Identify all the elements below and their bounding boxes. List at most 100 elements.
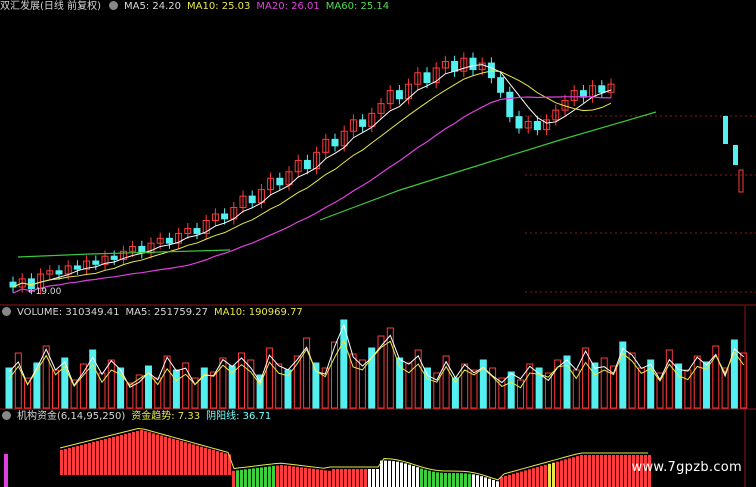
indicator-bar (244, 469, 247, 487)
indicator-bar (144, 431, 147, 475)
indicator-bar (484, 477, 487, 487)
volume-bar (5, 367, 13, 409)
indicator-bar (256, 467, 259, 487)
indicator-bar (500, 477, 503, 487)
indicator-bar (252, 468, 255, 487)
indicator-bar (224, 453, 227, 475)
indicator-bar (460, 473, 463, 487)
indicator-bar (128, 433, 131, 475)
indicator-bar (388, 460, 391, 487)
indicator-header: 机构资金(6,14,95,250) 资金趋势: 7.33 阴阳线: 36.71 (0, 410, 277, 424)
ma10-line (12, 70, 612, 288)
candle-body (110, 255, 118, 260)
indicator-bar (612, 455, 615, 487)
indicator-bar (124, 434, 127, 475)
indicator-bar (604, 455, 607, 487)
indicator-bar (192, 444, 195, 475)
indicator-bar (420, 468, 423, 487)
candle-body (451, 60, 459, 72)
indicator-bar (392, 461, 395, 487)
indicator-bar (504, 475, 507, 487)
indicator-bar (92, 442, 95, 475)
indicator-bar (160, 435, 163, 475)
indicator-bar (240, 469, 243, 487)
settings-icon[interactable] (108, 1, 118, 10)
volume-bar (665, 349, 673, 409)
indicator-bar (464, 473, 467, 487)
indicator-bar (528, 469, 531, 487)
indicator-bar (592, 455, 595, 487)
indicator-bar (284, 465, 287, 487)
indicator-bar (496, 481, 499, 487)
volume-bar (693, 355, 701, 409)
indicator-bar (608, 455, 611, 487)
indicator-bar (332, 469, 335, 487)
indicator-bar (324, 470, 327, 487)
indicator-bar (452, 473, 455, 487)
trend-label: 资金趋势: 7.33 (131, 411, 201, 422)
volume-bar (238, 352, 245, 409)
volume-bar (414, 349, 422, 409)
indicator-bar (208, 448, 211, 475)
volume-bar (107, 359, 115, 409)
indicator-bar (412, 465, 415, 487)
indicator-bar (268, 466, 271, 487)
indicator-bar (316, 469, 319, 487)
indicator-bar (360, 469, 363, 487)
indicator-bar (348, 469, 351, 487)
volume-bar (61, 357, 69, 409)
volume-bar (424, 367, 431, 409)
indicator-bar (356, 469, 359, 487)
indicator-bar (552, 462, 555, 487)
indicator-bar (136, 431, 139, 475)
indicator-bar (152, 433, 155, 475)
ma10-label: MA10: 25.03 (187, 1, 251, 12)
indicator-bar (576, 456, 579, 487)
indicator-bar (456, 473, 459, 487)
indicator-bar (304, 467, 307, 487)
indicator-bar (368, 469, 371, 487)
indicator-bar (596, 455, 599, 487)
indicator-bar (220, 452, 223, 475)
volume-bar (79, 363, 87, 409)
volume-bar (637, 367, 645, 409)
volume-bar (600, 357, 608, 409)
indicator-bar (376, 469, 379, 487)
indicator-bar (108, 438, 111, 475)
indicator-bar (328, 470, 331, 487)
indicator-bar (340, 469, 343, 487)
indicator-bar (436, 472, 439, 487)
volume-bar (172, 369, 180, 409)
indicator-bar (100, 440, 103, 475)
volume-label: VOLUME: 310349.41 (17, 307, 120, 318)
settings-icon[interactable] (2, 411, 11, 420)
volume-bar (52, 369, 59, 409)
candle-body (469, 57, 477, 71)
volume-bar (182, 362, 190, 409)
indicator-bar (516, 472, 519, 487)
indicator-bar (280, 465, 283, 487)
candle-body (598, 85, 606, 93)
volume-bar (507, 371, 515, 409)
indicator-bar (584, 455, 587, 487)
indicator-bar (416, 467, 419, 487)
indicator-bar (588, 455, 591, 487)
indicator-bar (364, 469, 367, 487)
indicator-bar (80, 445, 83, 475)
indicator-bar (572, 457, 575, 487)
vol-ma10-label: MA10: 190969.77 (213, 307, 303, 318)
indicator-bar (444, 472, 447, 487)
indicator-bar (296, 466, 299, 487)
indicator-bar (84, 444, 87, 475)
indicator-bar (172, 438, 175, 475)
indicator-bar (352, 469, 355, 487)
indicator-bar (492, 479, 495, 487)
indicator-bar (68, 448, 71, 475)
settings-icon[interactable] (2, 307, 11, 316)
indicator-bar (532, 468, 535, 487)
volume-bar (675, 363, 683, 409)
indicator-title: 机构资金(6,14,95,250) (17, 411, 126, 422)
price-header: 双汇发展(日线 前复权) MA5: 24.20 MA10: 25.03 MA20: 2… (0, 0, 395, 14)
indicator-bar (580, 455, 583, 487)
volume-bar (684, 369, 692, 409)
